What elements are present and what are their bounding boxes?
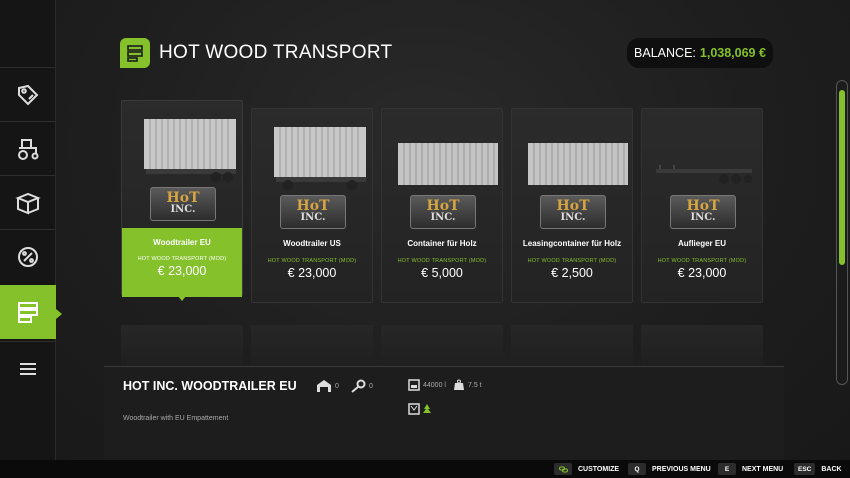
key-count: 0 [369, 382, 373, 390]
item-price: € 23,000 [677, 266, 727, 280]
selection-indicator [178, 296, 186, 301]
shop-item-card[interactable]: HoT INC. Woodtrailer US HOT WOOD TRANSPOR… [251, 108, 373, 303]
sidebar-item-objects[interactable] [0, 175, 56, 229]
item-preview: HoT INC. [382, 109, 502, 231]
weight-icon [454, 379, 464, 390]
item-price: € 2,500 [551, 266, 593, 280]
trailer-image [274, 127, 366, 190]
trailer-image [144, 119, 236, 182]
scrollbar-thumb[interactable] [839, 90, 845, 265]
sidebar-item-sales[interactable] [0, 67, 56, 121]
item-detail-description: Woodtrailer with EU Empattement [123, 415, 229, 422]
next-menu-key: E [718, 463, 736, 475]
percent-gear-icon [18, 246, 38, 267]
shop-item-card-partial[interactable] [641, 325, 763, 367]
weight-stat: 7.5 t [453, 379, 482, 391]
item-name: Leasingcontainer für Holz [522, 239, 622, 248]
balance-display: BALANCE: 1,038,069 € [627, 38, 773, 68]
back-key: ESC [794, 463, 816, 475]
price-tag-icon [18, 84, 39, 105]
hot-inc-logo: HoT INC. [280, 195, 346, 229]
hot-inc-logo: HoT INC. [410, 195, 476, 229]
item-info: Container für Holz HOT WOOD TRANSPORT (M… [382, 239, 502, 280]
back-label: BACK [821, 465, 842, 473]
footer-bar: CUSTOMIZE Q PREVIOUS MENU E NEXT MENU ES… [0, 460, 850, 478]
previous-menu-key: Q [628, 463, 646, 475]
weight-value: 7.5 t [468, 381, 482, 389]
owned-count-stat: 0 [350, 379, 373, 393]
customize-key [554, 463, 572, 475]
back-button[interactable]: ESC BACK [794, 463, 842, 475]
customize-label: CUSTOMIZE [578, 465, 620, 473]
shop-item-card-partial[interactable] [251, 325, 373, 367]
item-name: Woodtrailer US [283, 239, 341, 248]
page-title: HOT WOOD TRANSPORT [159, 42, 393, 63]
capacity-icon [408, 379, 420, 391]
container-image [398, 143, 498, 185]
item-mod-source: HOT WOOD TRANSPORT (MOD) [397, 258, 487, 264]
item-mod-source: HOT WOOD TRANSPORT (MOD) [657, 258, 747, 264]
sidebar [0, 0, 62, 460]
item-detail-title: HOT INC. WOODTRAILER EU [123, 379, 297, 393]
shop-item-card[interactable]: HoT INC. Leasingcontainer für Holz HOT WO… [511, 108, 633, 303]
item-preview: HoT INC. [512, 109, 632, 231]
container-image [528, 143, 628, 185]
capacity-stat: 44000 l [408, 379, 446, 391]
link-icon [558, 466, 568, 472]
item-mod-source: HOT WOOD TRANSPORT (MOD) [527, 258, 617, 264]
shop-item-card-partial[interactable] [121, 325, 243, 367]
menu-lines-icon [20, 362, 36, 375]
item-preview: HoT INC. [122, 101, 242, 223]
item-preview: HoT INC. [642, 109, 762, 231]
item-mod-source: HOT WOOD TRANSPORT (MOD) [267, 258, 357, 264]
capacity-value: 44000 l [423, 381, 446, 389]
item-mod-source: HOT WOOD TRANSPORT (MOD) [137, 256, 227, 262]
item-details-panel: HOT INC. WOODTRAILER EU Woodtrailer with… [104, 366, 784, 460]
key-icon [351, 379, 366, 393]
hot-inc-logo: HoT INC. [540, 195, 606, 229]
previous-menu-button[interactable]: Q PREVIOUS MENU [628, 463, 711, 475]
shop-list-icon [127, 45, 143, 62]
shop-item-card-partial[interactable] [511, 325, 633, 367]
shop-screen: HOT WOOD TRANSPORT BALANCE: 1,038,069 € … [0, 0, 850, 478]
item-price: € 5,000 [421, 266, 463, 280]
sidebar-item-discounts[interactable] [0, 229, 56, 283]
previous-menu-label: PREVIOUS MENU [652, 465, 711, 473]
item-price: € 23,000 [157, 264, 207, 278]
sidebar-item-more[interactable] [0, 341, 56, 395]
item-name: Woodtrailer EU [153, 238, 211, 247]
next-menu-label: NEXT MENU [742, 465, 784, 473]
balance-value: 1,038,069 € [699, 46, 766, 60]
shop-item-card[interactable]: HoT INC. Container für Holz HOT WOOD TRAN… [381, 108, 503, 303]
hot-inc-logo: HoT INC. [670, 195, 736, 229]
sidebar-item-vehicles[interactable] [0, 121, 56, 175]
item-info: Auflieger EU HOT WOOD TRANSPORT (MOD) € … [642, 239, 762, 280]
shop-item-card[interactable]: HoT INC. Woodtrailer EU HOT WOOD TRANSPOR… [121, 100, 243, 297]
item-name: Auflieger EU [677, 239, 726, 248]
shop-item-card-partial[interactable] [381, 325, 503, 367]
shop-item-card[interactable]: HoT INC. Auflieger EU HOT WOOD TRANSPORT … [641, 108, 763, 303]
garage-icon [317, 380, 331, 392]
tractor-icon [18, 138, 39, 160]
box-icon [15, 192, 41, 214]
flatbed-trailer-image [656, 165, 752, 184]
item-info: Woodtrailer EU HOT WOOD TRANSPORT (MOD) … [122, 228, 242, 297]
hot-inc-logo: HoT INC. [150, 187, 216, 221]
item-preview: HoT INC. [252, 109, 372, 231]
fill-types-stat [408, 403, 437, 415]
garage-count: 0 [335, 382, 339, 390]
customize-button[interactable]: CUSTOMIZE [554, 463, 619, 475]
wood-fill-icon [408, 403, 431, 415]
item-info: Leasingcontainer für Holz HOT WOOD TRANS… [512, 239, 632, 280]
item-name: Container für Holz [407, 239, 477, 248]
next-menu-button[interactable]: E NEXT MENU [718, 463, 783, 475]
category-icon [120, 38, 150, 68]
item-info: Woodtrailer US HOT WOOD TRANSPORT (MOD) … [252, 239, 372, 280]
garage-count-stat: 0 [316, 379, 339, 393]
sidebar-item-mods[interactable] [0, 285, 62, 339]
item-price: € 23,000 [287, 266, 337, 280]
shop-list-icon [18, 302, 38, 323]
balance-label: BALANCE: [634, 46, 696, 60]
